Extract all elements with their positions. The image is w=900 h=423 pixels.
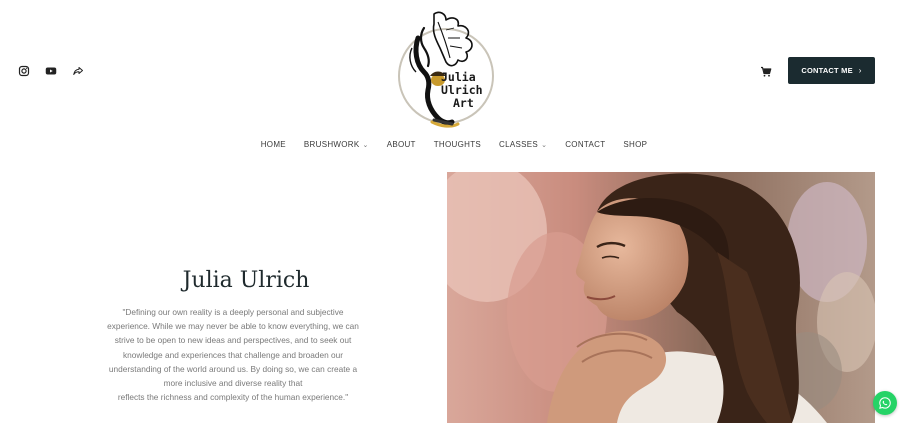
whatsapp-icon[interactable] bbox=[873, 391, 897, 415]
contact-me-button[interactable]: CONTACT ME › bbox=[788, 57, 875, 84]
nav-item-shop[interactable]: SHOP bbox=[623, 140, 647, 149]
nav-item-label: CLASSES bbox=[499, 140, 539, 149]
page: Julia Ulrich Art CONTACT ME › HOME BRUSH… bbox=[0, 0, 900, 423]
hero-title: Julia Ulrich bbox=[182, 268, 310, 293]
instagram-icon[interactable] bbox=[17, 64, 30, 77]
quote-line: knowledge and experiences that challenge… bbox=[122, 349, 344, 360]
main-nav: HOME BRUSHWORK ⌄ ABOUT THOUGHTS CLASSES … bbox=[0, 140, 900, 149]
logo-wordmark: Julia Ulrich Art bbox=[441, 71, 497, 110]
hero-portrait-photo bbox=[447, 172, 875, 423]
nav-item-contact[interactable]: CONTACT bbox=[565, 140, 605, 149]
quote-line: understanding of the world around us. By… bbox=[108, 363, 358, 374]
social-links bbox=[17, 64, 84, 77]
site-logo[interactable]: Julia Ulrich Art bbox=[394, 8, 502, 128]
chevron-down-icon: ⌄ bbox=[362, 141, 369, 149]
quote-line: strive to be open to new ideas and persp… bbox=[114, 335, 352, 346]
quote-line: reflects the richness and complexity of … bbox=[117, 392, 349, 403]
nav-item-brushwork[interactable]: BRUSHWORK ⌄ bbox=[304, 140, 369, 149]
nav-item-label: CONTACT bbox=[565, 140, 606, 149]
share-icon[interactable] bbox=[71, 64, 84, 77]
nav-item-thoughts[interactable]: THOUGHTS bbox=[434, 140, 481, 149]
nav-item-classes[interactable]: CLASSES ⌄ bbox=[499, 140, 547, 149]
chevron-right-icon: › bbox=[858, 66, 862, 75]
youtube-icon[interactable] bbox=[44, 64, 57, 77]
contact-me-label: CONTACT ME bbox=[801, 66, 853, 75]
hero-quote: "Defining our own reality is a deeply pe… bbox=[90, 305, 376, 404]
nav-item-home[interactable]: HOME bbox=[261, 140, 286, 149]
nav-item-label: ABOUT bbox=[386, 140, 416, 149]
logo-line-3: Art bbox=[453, 96, 474, 110]
nav-item-label: BRUSHWORK bbox=[303, 140, 360, 149]
nav-item-label: SHOP bbox=[623, 140, 648, 149]
nav-item-label: THOUGHTS bbox=[433, 140, 482, 149]
quote-line: more inclusive and diverse reality that bbox=[163, 378, 303, 389]
nav-item-label: HOME bbox=[260, 140, 286, 149]
quote-line: "Defining our own reality is a deeply pe… bbox=[122, 307, 344, 317]
chevron-down-icon: ⌄ bbox=[541, 141, 548, 149]
nav-item-about[interactable]: ABOUT bbox=[387, 140, 416, 149]
quote-line: experience. While we may never be able t… bbox=[107, 321, 359, 332]
cart-icon[interactable] bbox=[760, 65, 772, 77]
